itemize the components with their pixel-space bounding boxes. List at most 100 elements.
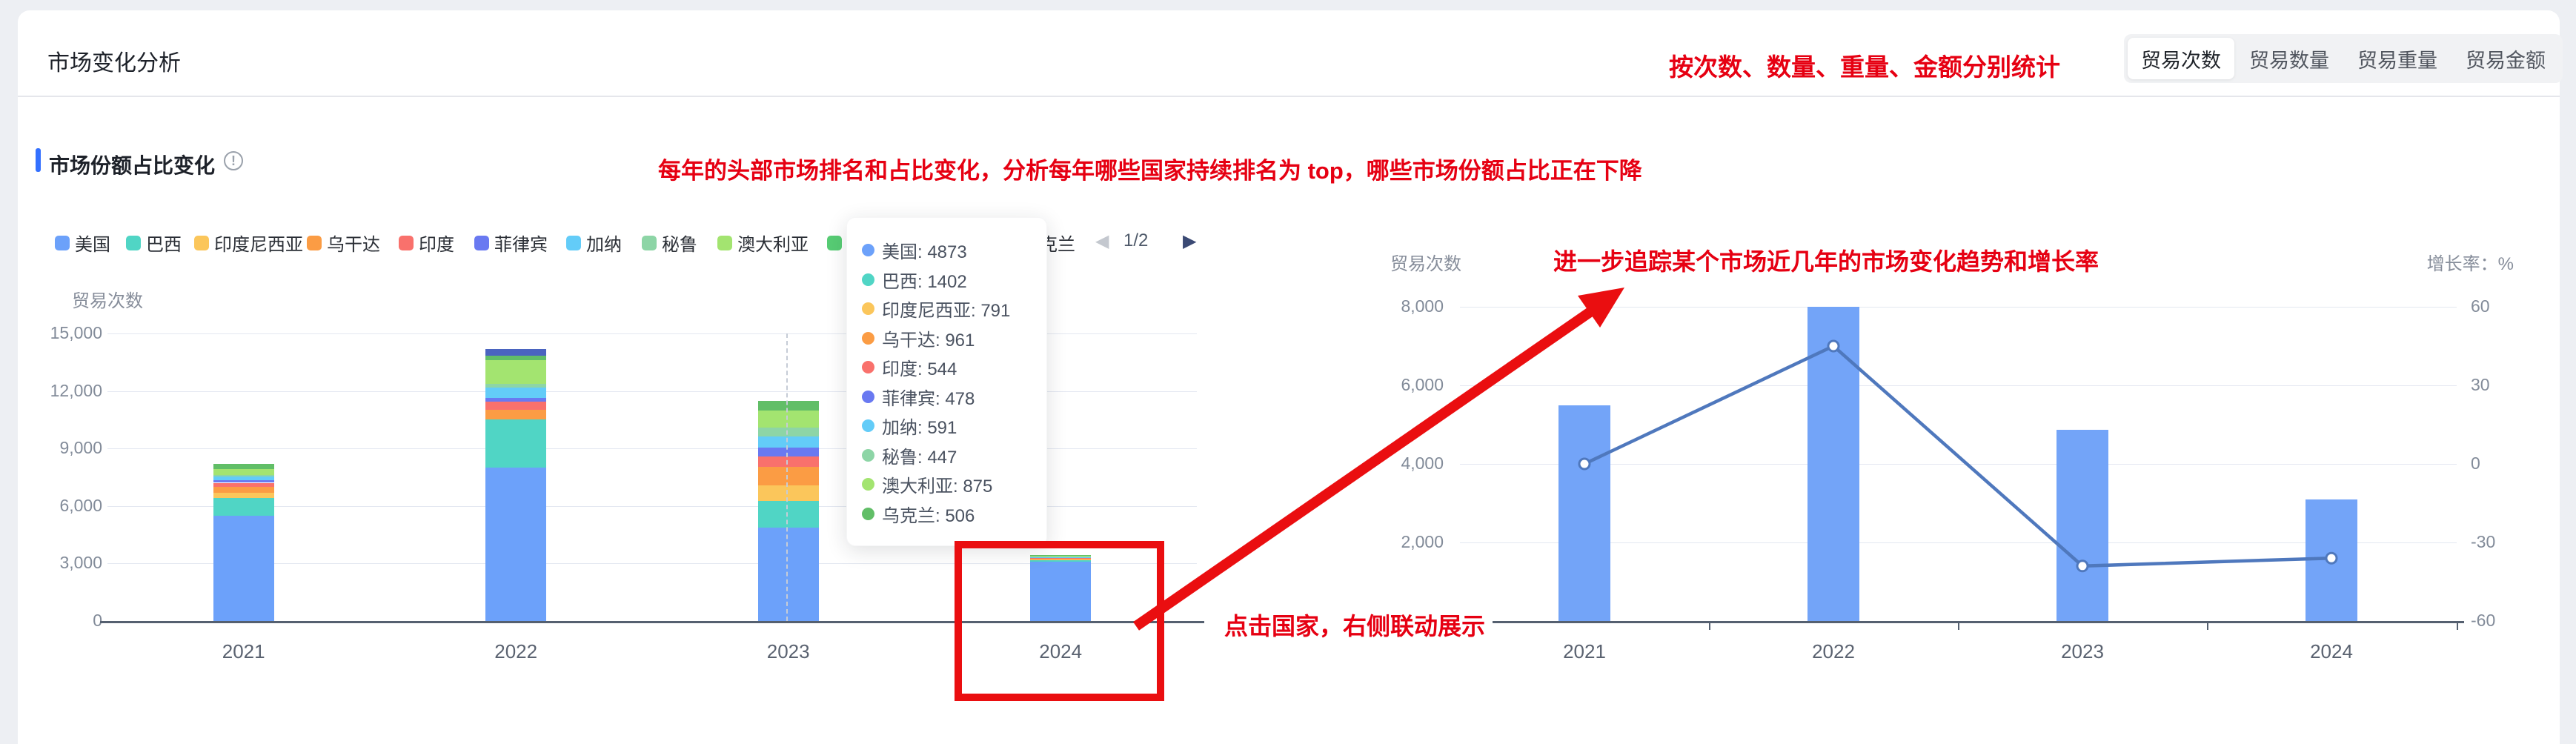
right-chart-right-tick--30: -30 bbox=[2471, 532, 2495, 552]
stacked-bar-2022-乌干达[interactable] bbox=[485, 410, 546, 419]
legend-next-button[interactable]: ▶ bbox=[1183, 230, 1196, 252]
stacked-bar-2023-加纳[interactable] bbox=[758, 436, 819, 448]
trade-count-bar-2021[interactable] bbox=[1558, 405, 1610, 622]
legend-item-印度尼西亚[interactable]: 印度尼西亚 bbox=[194, 230, 303, 256]
tooltip-row-乌克兰: 乌克兰: 506 bbox=[862, 499, 1033, 529]
stacked-bar-2022-巴西[interactable] bbox=[485, 419, 546, 468]
tooltip-row-乌干达: 乌干达: 961 bbox=[862, 324, 1033, 353]
legend-label: 印度尼西亚 bbox=[214, 230, 303, 256]
right-axis-tick-mark-1 bbox=[1709, 621, 1710, 630]
legend-item-加纳[interactable]: 加纳 bbox=[566, 230, 622, 256]
annotation-click-note: 点击国家，右侧联动展示 bbox=[1217, 606, 1493, 643]
stacked-bar-2022-美国[interactable] bbox=[485, 468, 546, 621]
legend-swatch bbox=[126, 236, 141, 250]
legend-item-菲律宾[interactable]: 菲律宾 bbox=[474, 230, 548, 256]
stacked-bar-2023-巴西[interactable] bbox=[758, 501, 819, 528]
tooltip-row-巴西: 巴西: 1402 bbox=[862, 265, 1033, 295]
stacked-bar-2021-乌干达[interactable] bbox=[213, 487, 274, 492]
tooltip-series-dot bbox=[862, 361, 874, 373]
trade-count-bar-2024[interactable] bbox=[2306, 499, 2357, 621]
stacked-bar-2022-乌克兰[interactable] bbox=[485, 356, 546, 360]
left-y-tick-15,000: 15,000 bbox=[15, 323, 102, 343]
stacked-bar-2022-秘鲁[interactable] bbox=[485, 384, 546, 388]
stacked-bar-2021-印度[interactable] bbox=[213, 483, 274, 488]
tooltip-series-dot bbox=[862, 302, 874, 315]
legend-label: 菲律宾 bbox=[494, 230, 548, 256]
tab-贸易次数[interactable]: 贸易次数 bbox=[2128, 38, 2234, 79]
stacked-bar-2022-菲律宾[interactable] bbox=[485, 398, 546, 402]
legend-swatch bbox=[642, 236, 657, 250]
stacked-bar-2023-印度尼西亚[interactable] bbox=[758, 485, 819, 500]
legend-label: 印度 bbox=[419, 230, 454, 256]
dashboard: 市场变化分析 贸易次数贸易数量贸易重量贸易金额 按次数、数量、重量、金额分别统计… bbox=[0, 0, 2576, 744]
stacked-bar-2021-印度尼西亚[interactable] bbox=[213, 493, 274, 499]
left-y-tick-6,000: 6,000 bbox=[15, 496, 102, 516]
legend-swatch bbox=[717, 236, 732, 250]
tooltip-row-印度: 印度: 544 bbox=[862, 353, 1033, 382]
info-icon[interactable]: ! bbox=[224, 151, 243, 170]
legend-item-巴西[interactable]: 巴西 bbox=[126, 230, 182, 256]
stacked-bar-2023-乌克兰[interactable] bbox=[758, 401, 819, 411]
right-chart-right-tick--60: -60 bbox=[2471, 611, 2495, 631]
stacked-bar-2022-澳大利亚[interactable] bbox=[485, 360, 546, 384]
legend-item-美国[interactable]: 美国 bbox=[55, 230, 110, 256]
tooltip-series-dot bbox=[862, 478, 874, 491]
right-x-label-2023: 2023 bbox=[2061, 640, 2104, 663]
annotation-stats-note: 按次数、数量、重量、金额分别统计 bbox=[1662, 46, 2068, 84]
header-divider bbox=[18, 96, 2560, 97]
tooltip-series-value: 澳大利亚: 875 bbox=[882, 471, 992, 497]
legend-swatch bbox=[55, 236, 70, 250]
right-gridline-6,000 bbox=[1460, 385, 2457, 386]
legend-prev-button[interactable]: ◀ bbox=[1095, 230, 1109, 252]
stacked-bar-2021-秘鲁[interactable] bbox=[213, 475, 274, 476]
tooltip-row-加纳: 加纳: 591 bbox=[862, 411, 1033, 441]
stacked-bar-2022-印度[interactable] bbox=[485, 402, 546, 410]
tooltip-series-value: 加纳: 591 bbox=[882, 413, 957, 439]
tooltip-series-value: 巴西: 1402 bbox=[882, 267, 967, 293]
stacked-bar-2021-澳大利亚[interactable] bbox=[213, 469, 274, 476]
stacked-bar-2021-菲律宾[interactable] bbox=[213, 480, 274, 483]
legend-item-乌干达[interactable]: 乌干达 bbox=[307, 230, 380, 256]
stacked-bar-2021-乌克兰[interactable] bbox=[213, 464, 274, 469]
tooltip-series-dot bbox=[862, 332, 874, 345]
tooltip-row-澳大利亚: 澳大利亚: 875 bbox=[862, 470, 1033, 499]
right-x-label-2024: 2024 bbox=[2310, 640, 2353, 663]
annotation-trend-note: 进一步追踪某个市场近几年的市场变化趋势和增长率 bbox=[1546, 242, 2106, 279]
right-axis-tick-mark-3 bbox=[2207, 621, 2208, 630]
stacked-bar-2023-印度[interactable] bbox=[758, 456, 819, 467]
trade-count-bar-2022[interactable] bbox=[1807, 307, 1859, 621]
stacked-bar-2022-加纳[interactable] bbox=[485, 388, 546, 398]
stacked-bar-2023-澳大利亚[interactable] bbox=[758, 411, 819, 428]
tab-贸易数量[interactable]: 贸易数量 bbox=[2236, 38, 2343, 79]
right-axis-tick-mark-4 bbox=[2457, 621, 2458, 630]
tooltip-series-value: 乌克兰: 506 bbox=[882, 501, 975, 527]
tab-贸易金额[interactable]: 贸易金额 bbox=[2452, 38, 2559, 79]
stacked-bar-2023-菲律宾[interactable] bbox=[758, 448, 819, 456]
right-chart-right-tick-0: 0 bbox=[2471, 454, 2480, 474]
legend-item-印度[interactable]: 印度 bbox=[399, 230, 454, 256]
tooltip-series-value: 乌干达: 961 bbox=[882, 325, 975, 351]
right-x-label-2021: 2021 bbox=[1563, 640, 1606, 663]
stacked-bar-2023-美国[interactable] bbox=[758, 528, 819, 621]
legend-item-澳大利亚[interactable]: 澳大利亚 bbox=[717, 230, 809, 256]
legend-swatch bbox=[566, 236, 581, 250]
legend-item-秘鲁[interactable]: 秘鲁 bbox=[642, 230, 697, 256]
stacked-bar-2023-秘鲁[interactable] bbox=[758, 428, 819, 436]
tooltip-row-美国: 美国: 4873 bbox=[862, 236, 1033, 265]
trade-count-bar-2023[interactable] bbox=[2057, 430, 2108, 621]
legend-label: 美国 bbox=[75, 230, 110, 256]
tab-贸易重量[interactable]: 贸易重量 bbox=[2344, 38, 2451, 79]
stacked-bar-2021-巴西[interactable] bbox=[213, 498, 274, 515]
right-chart-left-tick-4,000: 4,000 bbox=[1340, 454, 1444, 474]
tooltip-series-value: 印度尼西亚: 791 bbox=[882, 296, 1010, 322]
legend-label: 乌干达 bbox=[327, 230, 380, 256]
tooltip-series-dot bbox=[862, 273, 874, 286]
tooltip-series-value: 秘鲁: 447 bbox=[882, 442, 957, 468]
right-chart-left-tick-8,000: 8,000 bbox=[1340, 296, 1444, 316]
stacked-bar-2023-乌干达[interactable] bbox=[758, 467, 819, 485]
right-chart-right-tick-60: 60 bbox=[2471, 296, 2490, 316]
stacked-bar-2022-other[interactable] bbox=[485, 349, 546, 356]
stacked-bar-2021-美国[interactable] bbox=[213, 516, 274, 621]
right-chart-left-tick-6,000: 6,000 bbox=[1340, 375, 1444, 395]
stacked-bar-2021-加纳[interactable] bbox=[213, 476, 274, 480]
